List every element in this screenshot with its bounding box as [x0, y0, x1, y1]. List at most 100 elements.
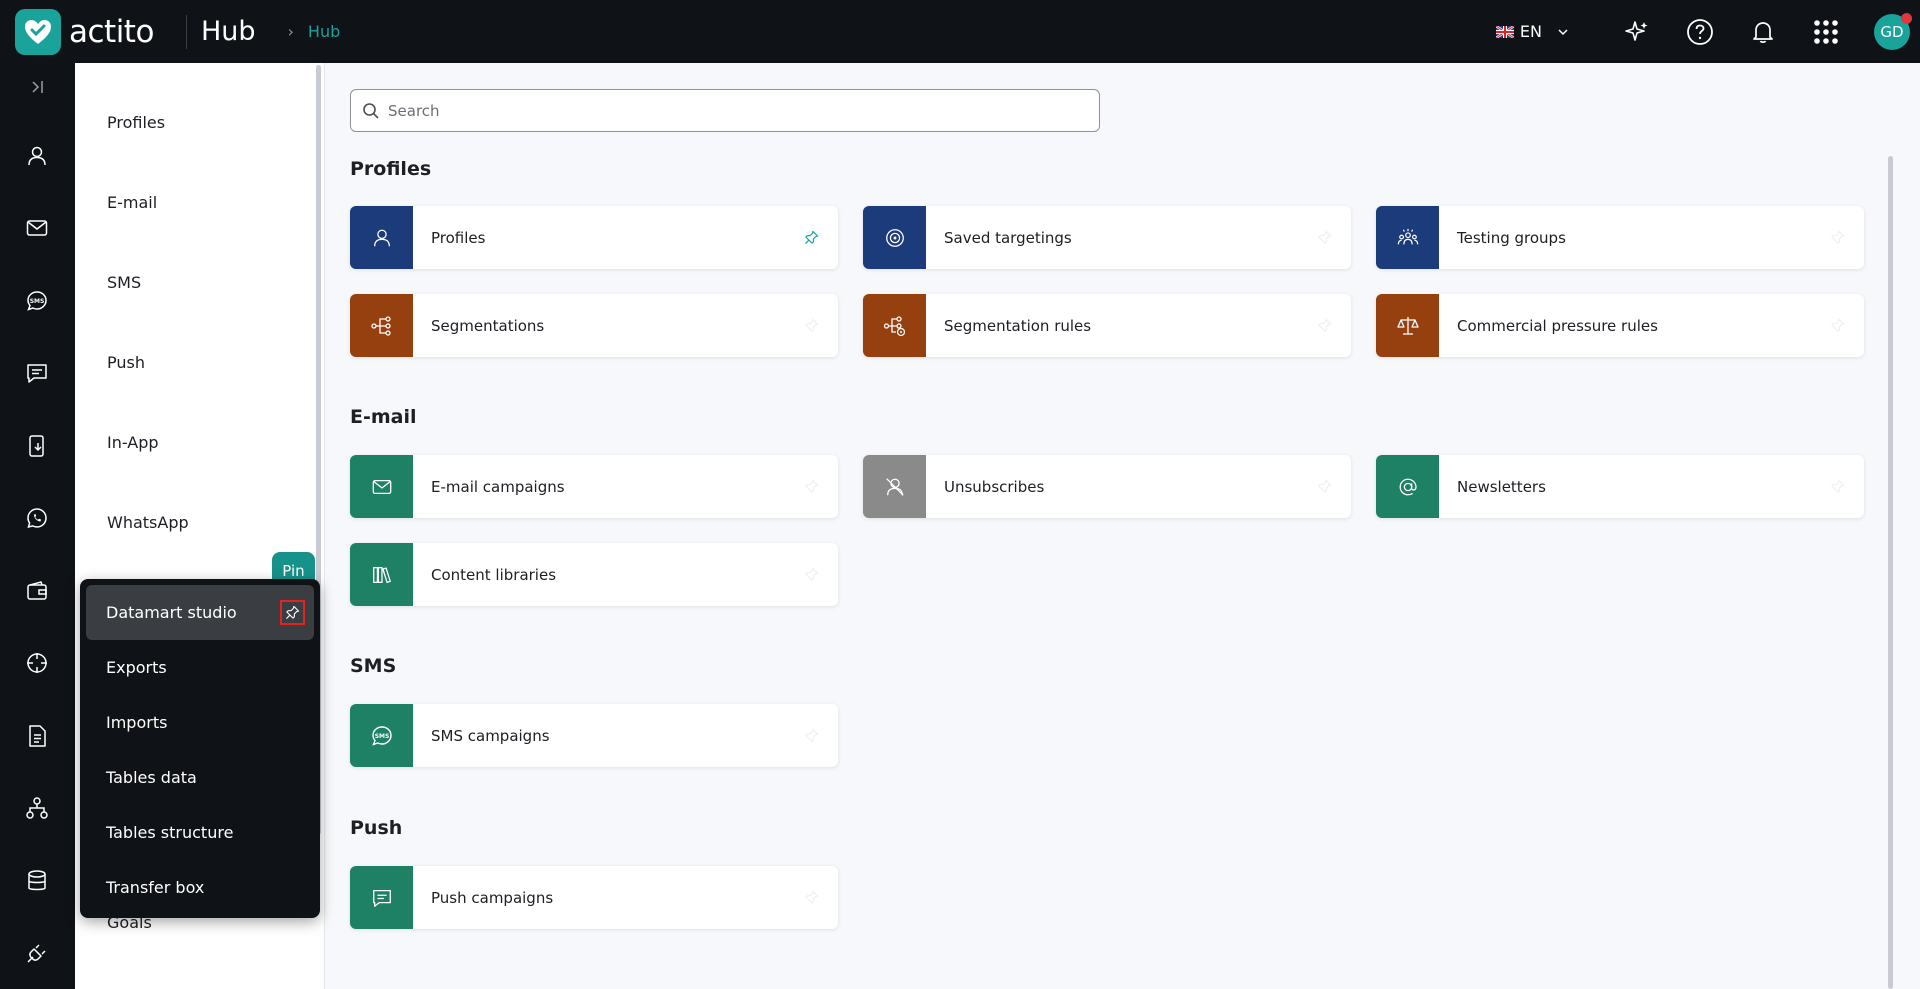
- card-unsubscribes[interactable]: Unsubscribes: [863, 455, 1351, 518]
- push-nav-icon[interactable]: [19, 355, 55, 391]
- card-sms-campaigns[interactable]: SMS SMS campaigns: [350, 704, 838, 767]
- search-box: [350, 89, 1100, 132]
- card-label: Profiles: [431, 228, 486, 247]
- card-label: Saved targetings: [944, 228, 1072, 247]
- card-profiles[interactable]: Profiles: [350, 206, 838, 269]
- plug-nav-icon[interactable]: [19, 935, 55, 971]
- nav-rail: SMS: [0, 63, 75, 989]
- search-input[interactable]: [388, 101, 1068, 120]
- pin-icon[interactable]: [1828, 229, 1846, 247]
- app-title: Hub: [200, 16, 256, 47]
- expand-sidebar-icon[interactable]: [19, 69, 55, 105]
- sidebar-item-sms[interactable]: SMS: [107, 273, 141, 292]
- main-scrollbar[interactable]: [1888, 156, 1893, 989]
- flyout-item-imports[interactable]: Imports: [86, 695, 314, 750]
- segmentation-rules-icon: [863, 294, 926, 357]
- pin-icon[interactable]: [802, 889, 820, 907]
- logo[interactable]: actito: [15, 8, 154, 55]
- language-selector[interactable]: EN: [1495, 22, 1570, 41]
- person-icon: [350, 206, 413, 269]
- flyout-item-transfer-box[interactable]: Transfer box: [86, 860, 314, 915]
- card-email-campaigns[interactable]: E-mail campaigns: [350, 455, 838, 518]
- svg-text:SMS: SMS: [30, 298, 45, 305]
- card-segmentation-rules[interactable]: Segmentation rules: [863, 294, 1351, 357]
- search-icon: [363, 102, 379, 119]
- sms-nav-icon[interactable]: SMS: [19, 283, 55, 319]
- hierarchy-nav-icon[interactable]: [19, 790, 55, 826]
- top-bar: actito Hub › Hub EN GD: [0, 0, 1920, 63]
- flyout-item-tables-structure[interactable]: Tables structure: [86, 805, 314, 860]
- help-icon[interactable]: [1685, 17, 1715, 47]
- pin-icon[interactable]: [1828, 317, 1846, 335]
- chevron-right-icon: ›: [287, 22, 294, 41]
- avatar[interactable]: GD: [1874, 12, 1912, 50]
- pin-icon[interactable]: [1315, 317, 1333, 335]
- flyout-item-label: Tables data: [106, 768, 197, 787]
- pin-icon[interactable]: [280, 600, 305, 625]
- wallet-nav-icon[interactable]: [19, 573, 55, 609]
- flyout-item-tables-data[interactable]: Tables data: [86, 750, 314, 805]
- card-label: Testing groups: [1457, 228, 1566, 247]
- card-commercial-pressure-rules[interactable]: Commercial pressure rules: [1376, 294, 1864, 357]
- apps-grid-icon[interactable]: [1811, 17, 1841, 47]
- in-app-nav-icon[interactable]: [19, 428, 55, 464]
- profiles-nav-icon[interactable]: [19, 138, 55, 174]
- notification-dot: [1901, 12, 1912, 24]
- pin-icon[interactable]: [1315, 478, 1333, 496]
- flyout-item-datamart-studio[interactable]: Datamart studio: [86, 585, 314, 640]
- pin-icon[interactable]: [1315, 229, 1333, 247]
- card-label: SMS campaigns: [431, 726, 550, 745]
- at-icon: [1376, 455, 1439, 518]
- datamart-flyout-menu: Datamart studio Exports Imports Tables d…: [80, 579, 320, 918]
- pin-icon[interactable]: [802, 229, 820, 247]
- logo-text: actito: [69, 13, 154, 50]
- section-title-sms: SMS: [350, 655, 397, 677]
- card-label: Unsubscribes: [944, 477, 1045, 496]
- language-label: EN: [1519, 22, 1542, 41]
- section-title-email: E-mail: [350, 406, 417, 428]
- pin-icon[interactable]: [802, 566, 820, 584]
- flyout-item-exports[interactable]: Exports: [86, 640, 314, 695]
- card-label: Push campaigns: [431, 888, 554, 907]
- sidebar-item-push[interactable]: Push: [107, 353, 145, 372]
- card-newsletters[interactable]: Newsletters: [1376, 455, 1864, 518]
- uk-flag-icon: [1495, 25, 1514, 38]
- card-content-libraries[interactable]: Content libraries: [350, 543, 838, 606]
- targeting-nav-icon[interactable]: [19, 645, 55, 681]
- sms-icon: SMS: [350, 704, 413, 767]
- sidebar-item-in-app[interactable]: In-App: [107, 433, 159, 452]
- library-icon: [350, 543, 413, 606]
- pin-icon[interactable]: [1828, 478, 1846, 496]
- email-nav-icon[interactable]: [19, 210, 55, 246]
- database-nav-icon[interactable]: [19, 863, 55, 899]
- card-label: Commercial pressure rules: [1457, 316, 1658, 335]
- group-icon: [1376, 206, 1439, 269]
- whatsapp-nav-icon[interactable]: [19, 500, 55, 536]
- sidebar-item-email[interactable]: E-mail: [107, 193, 157, 212]
- section-title-profiles: Profiles: [350, 158, 432, 180]
- flyout-item-label: Imports: [106, 713, 168, 732]
- logo-icon: [15, 8, 61, 55]
- segmentation-icon: [350, 294, 413, 357]
- bell-icon[interactable]: [1748, 17, 1778, 47]
- sidebar-item-whatsapp[interactable]: WhatsApp: [107, 513, 189, 532]
- flyout-item-label: Datamart studio: [106, 603, 237, 622]
- breadcrumb-hub[interactable]: Hub: [308, 22, 340, 41]
- envelope-icon: [350, 455, 413, 518]
- card-push-campaigns[interactable]: Push campaigns: [350, 866, 838, 929]
- document-nav-icon[interactable]: [19, 718, 55, 754]
- card-testing-groups[interactable]: Testing groups: [1376, 206, 1864, 269]
- card-segmentations[interactable]: Segmentations: [350, 294, 838, 357]
- sidebar-item-profiles[interactable]: Profiles: [107, 113, 165, 132]
- ai-sparkle-icon[interactable]: [1622, 17, 1652, 47]
- scale-icon: [1376, 294, 1439, 357]
- pin-icon[interactable]: [802, 478, 820, 496]
- svg-text:SMS: SMS: [374, 733, 389, 740]
- divider: [185, 14, 187, 49]
- pin-icon[interactable]: [802, 727, 820, 745]
- pin-icon[interactable]: [802, 317, 820, 335]
- chevron-down-icon: [1558, 28, 1568, 35]
- avatar-initials: GD: [1880, 22, 1904, 41]
- card-label: E-mail campaigns: [431, 477, 565, 496]
- card-saved-targetings[interactable]: Saved targetings: [863, 206, 1351, 269]
